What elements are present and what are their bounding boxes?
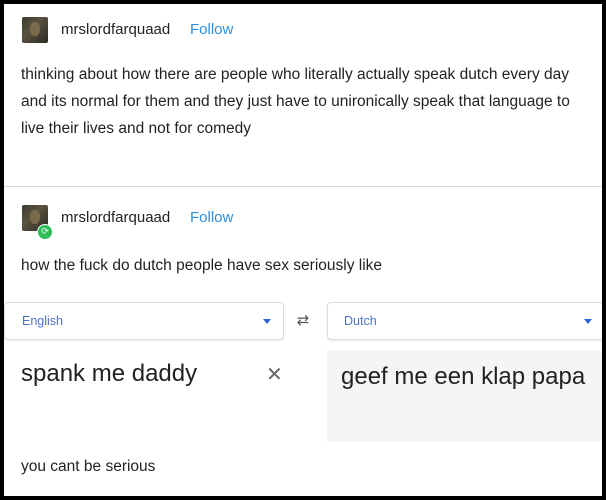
reblog-icon: ⟳: [37, 224, 53, 240]
translated-text: geef me een klap papa: [341, 363, 586, 390]
chevron-down-icon: [584, 319, 592, 324]
source-language-select[interactable]: English: [4, 302, 284, 340]
close-icon[interactable]: ✕: [266, 362, 283, 386]
follow-button[interactable]: Follow: [190, 21, 233, 38]
target-language-select[interactable]: Dutch: [327, 302, 602, 340]
caption-text: you cant be serious: [21, 458, 156, 475]
chevron-down-icon: [263, 319, 271, 324]
source-text-input[interactable]: spank me daddy: [21, 360, 197, 388]
username[interactable]: mrslordfarquaad: [61, 21, 170, 38]
post-divider: [4, 186, 602, 187]
target-language-label: Dutch: [344, 314, 377, 328]
post-text: thinking about how there are people who …: [21, 66, 570, 137]
translation-output: geef me een klap papa: [327, 350, 602, 442]
post-text: how the fuck do dutch people have sex se…: [21, 257, 383, 274]
follow-button[interactable]: Follow: [190, 209, 233, 226]
swap-arrows-icon[interactable]: ⇄: [292, 310, 314, 330]
source-language-label: English: [22, 314, 63, 328]
translator-widget: English ⇄ Dutch spank me daddy ✕ geef me…: [4, 302, 602, 442]
screenshot-frame: mrslordfarquaad Follow thinking about ho…: [4, 4, 602, 496]
username[interactable]: mrslordfarquaad: [61, 209, 170, 226]
avatar[interactable]: [22, 17, 48, 43]
